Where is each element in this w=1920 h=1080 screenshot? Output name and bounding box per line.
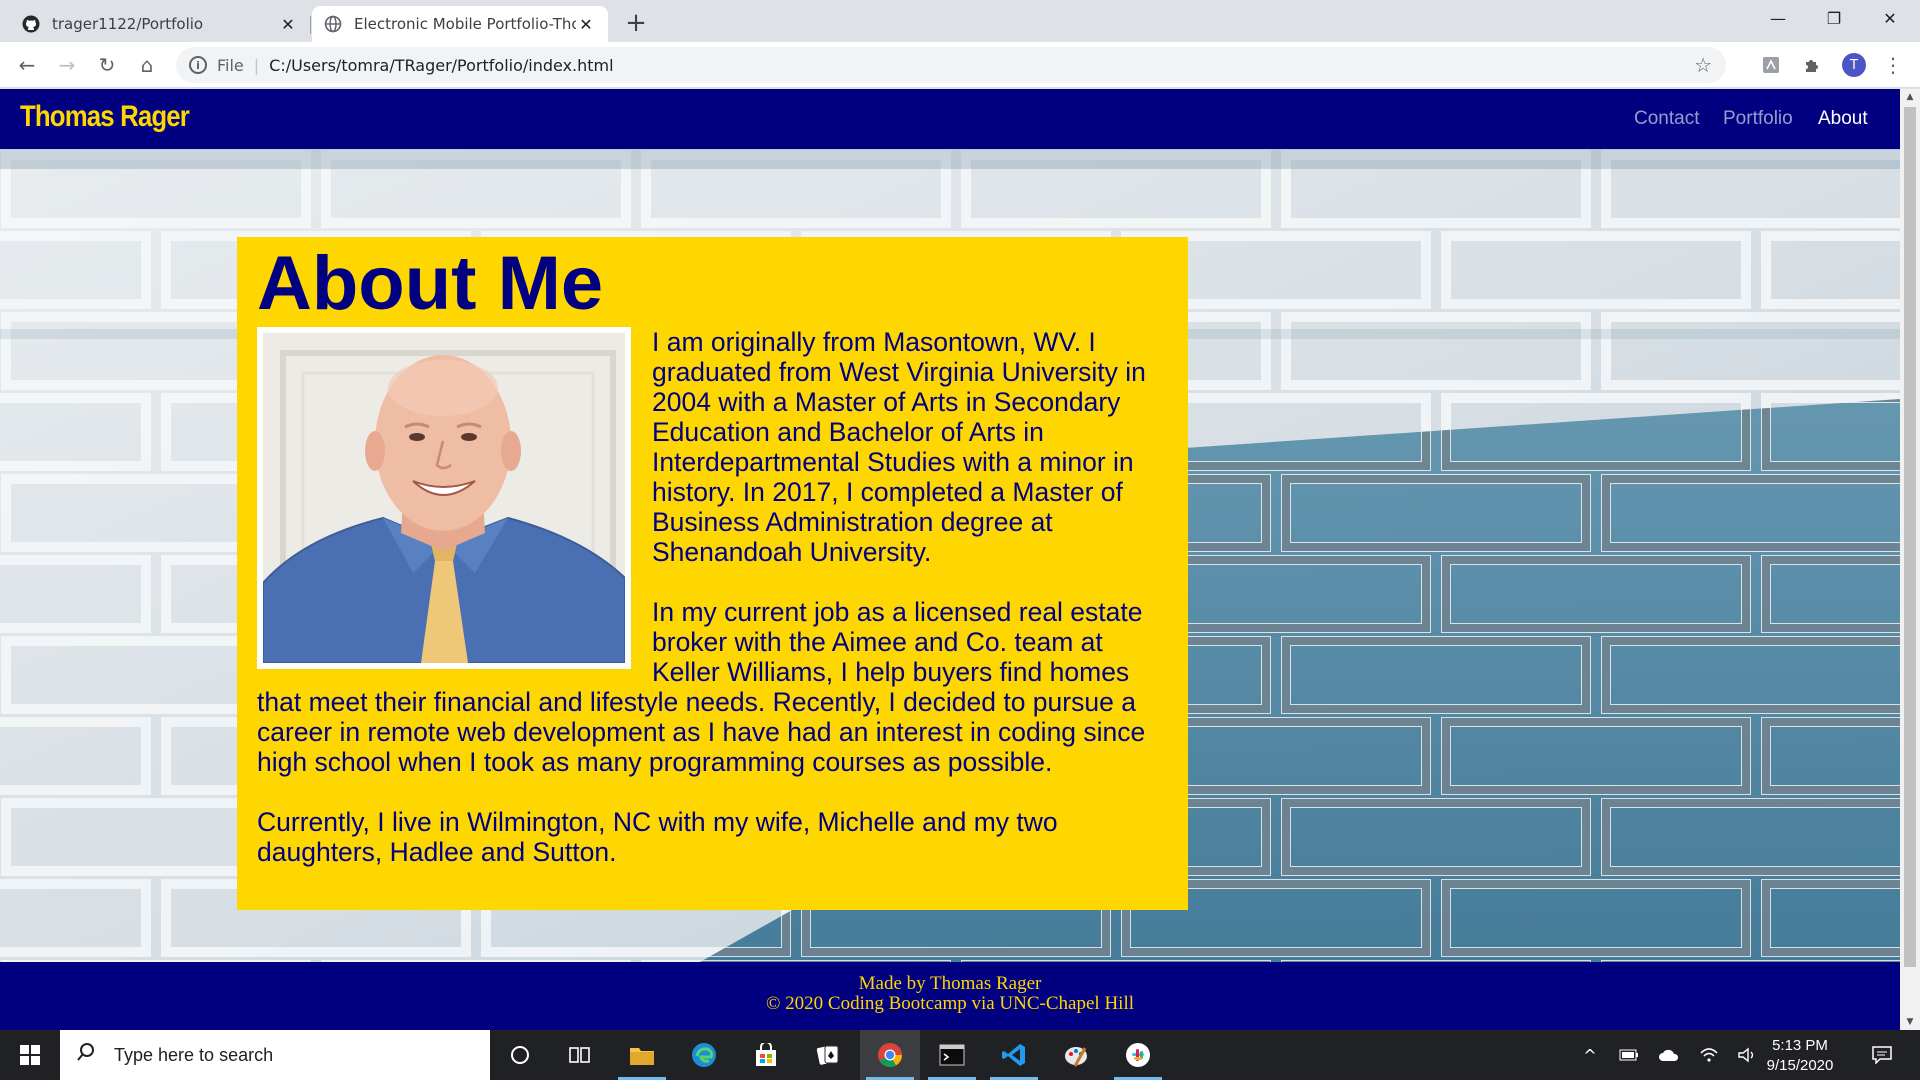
taskbar-search-box[interactable]: Type here to search (60, 1030, 490, 1080)
address-scheme: File (217, 55, 244, 75)
address-bar[interactable]: i File | C:/Users/tomra/TRager/Portfolio… (176, 47, 1726, 83)
github-icon (22, 15, 40, 33)
close-window-icon[interactable]: ✕ (1862, 0, 1918, 36)
site-footer: Made by Thomas Rager © 2020 Coding Bootc… (0, 962, 1900, 1030)
about-paragraph: Currently, I live in Wilmington, NC with… (257, 807, 1058, 867)
site-navbar: Thomas Rager Contact Portfolio About (0, 89, 1900, 149)
terminal-icon[interactable] (922, 1030, 982, 1080)
paint-icon[interactable] (1046, 1030, 1106, 1080)
clock-time: 5:13 PM (1772, 1037, 1828, 1054)
forward-icon[interactable]: → (52, 50, 82, 80)
page-viewport: Thomas Rager Contact Portfolio About Abo… (0, 89, 1920, 1030)
show-hidden-icons[interactable]: ^ (1576, 1030, 1604, 1080)
edge-icon[interactable] (674, 1030, 734, 1080)
brick-wall-background: About Me I am originally from Masontown,… (0, 149, 1900, 962)
clock-date: 9/15/2020 (1766, 1057, 1834, 1074)
nav-link-portfolio[interactable]: Portfolio (1723, 108, 1793, 130)
chrome-icon[interactable] (860, 1030, 920, 1080)
wifi-icon[interactable] (1694, 1030, 1724, 1080)
nav-link-about[interactable]: About (1818, 108, 1868, 130)
taskbar-clock[interactable]: 5:13 PM 9/15/2020 (1760, 1036, 1840, 1076)
scroll-up-icon[interactable]: ▲ (1900, 89, 1920, 105)
close-tab-icon[interactable]: ✕ (576, 14, 596, 34)
footer-credit: Made by Thomas Rager (858, 973, 1042, 994)
windows-taskbar: Type here to search ^ 5:13 PM 9/15/2020 (0, 1030, 1920, 1080)
reload-icon[interactable]: ↻ (92, 50, 122, 80)
minimize-icon[interactable]: — (1750, 0, 1806, 36)
notifications-icon[interactable] (1862, 1030, 1902, 1080)
more-menu-icon[interactable]: ⋮ (1882, 53, 1904, 77)
tab-portfolio-page[interactable]: Electronic Mobile Portfolio-Thom ✕ (312, 6, 608, 42)
windows-start-icon[interactable] (0, 1030, 60, 1080)
about-title: About Me (257, 241, 604, 326)
back-icon[interactable]: ← (12, 50, 42, 80)
page-scrollbar[interactable]: ▲ ▼ (1900, 89, 1920, 1030)
onedrive-icon[interactable] (1654, 1030, 1684, 1080)
file-explorer-icon[interactable] (612, 1030, 672, 1080)
slack-icon[interactable] (1108, 1030, 1168, 1080)
browser-toolbar: ← → ↻ ⌂ i File | C:/Users/tomra/TRager/P… (0, 42, 1920, 88)
close-tab-icon[interactable]: ✕ (278, 14, 298, 34)
browser-tabstrip: trager1122/Portfolio ✕ Electronic Mobile… (0, 0, 1920, 42)
address-divider: | (253, 55, 260, 75)
new-tab-button[interactable]: + (620, 8, 652, 40)
cortana-icon[interactable] (490, 1030, 550, 1080)
about-text: I am originally from Masontown, WV. I gr… (257, 327, 1172, 897)
tab-github-portfolio[interactable]: trager1122/Portfolio ✕ (10, 6, 311, 42)
task-view-icon[interactable] (550, 1030, 610, 1080)
pdf-extension-icon[interactable] (1760, 54, 1782, 76)
volume-icon[interactable] (1732, 1030, 1762, 1080)
scroll-down-icon[interactable]: ▼ (1900, 1014, 1920, 1030)
globe-icon (324, 15, 342, 33)
profile-avatar[interactable]: T (1842, 53, 1866, 77)
site-brand[interactable]: Thomas Rager (20, 100, 190, 134)
info-icon[interactable]: i (189, 56, 207, 74)
search-icon (76, 1042, 96, 1068)
bookmark-star-icon[interactable]: ☆ (1694, 53, 1712, 77)
scrollbar-thumb[interactable] (1904, 107, 1916, 967)
address-url: C:/Users/tomra/TRager/Portfolio/index.ht… (269, 55, 614, 75)
search-placeholder: Type here to search (114, 1044, 274, 1065)
store-icon[interactable] (736, 1030, 796, 1080)
home-icon[interactable]: ⌂ (132, 50, 162, 80)
footer-copyright: © 2020 Coding Bootcamp via UNC-Chapel Hi… (765, 993, 1134, 1014)
nav-link-contact[interactable]: Contact (1634, 108, 1699, 130)
extensions-puzzle-icon[interactable] (1801, 54, 1823, 76)
tab-title: Electronic Mobile Portfolio-Thom (354, 15, 576, 33)
about-card: About Me I am originally from Masontown,… (237, 237, 1188, 910)
restore-icon[interactable]: ❐ (1806, 0, 1862, 36)
vscode-icon[interactable] (984, 1030, 1044, 1080)
tab-title: trager1122/Portfolio (52, 15, 204, 33)
photo-spacer (257, 327, 652, 671)
battery-icon[interactable] (1614, 1030, 1644, 1080)
solitaire-icon[interactable] (798, 1030, 858, 1080)
